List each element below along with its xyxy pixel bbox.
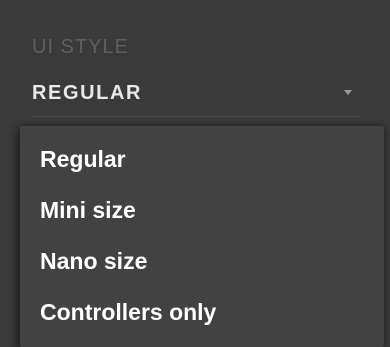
ui-style-label: UI STYLE xyxy=(32,36,129,58)
menu-item-nano-size[interactable]: Nano size xyxy=(20,236,384,287)
menu-item-regular[interactable]: Regular xyxy=(20,134,384,185)
ui-style-selected-value: REGULAR xyxy=(32,82,143,104)
chevron-down-icon xyxy=(344,90,352,95)
ui-style-panel: UI STYLE REGULAR Regular Mini size Nano … xyxy=(0,0,390,347)
menu-item-mini-size[interactable]: Mini size xyxy=(20,185,384,236)
ui-style-dropdown-menu: Regular Mini size Nano size Controllers … xyxy=(20,126,384,347)
menu-item-controllers-only[interactable]: Controllers only xyxy=(20,287,384,338)
ui-style-select[interactable]: REGULAR xyxy=(32,78,360,117)
